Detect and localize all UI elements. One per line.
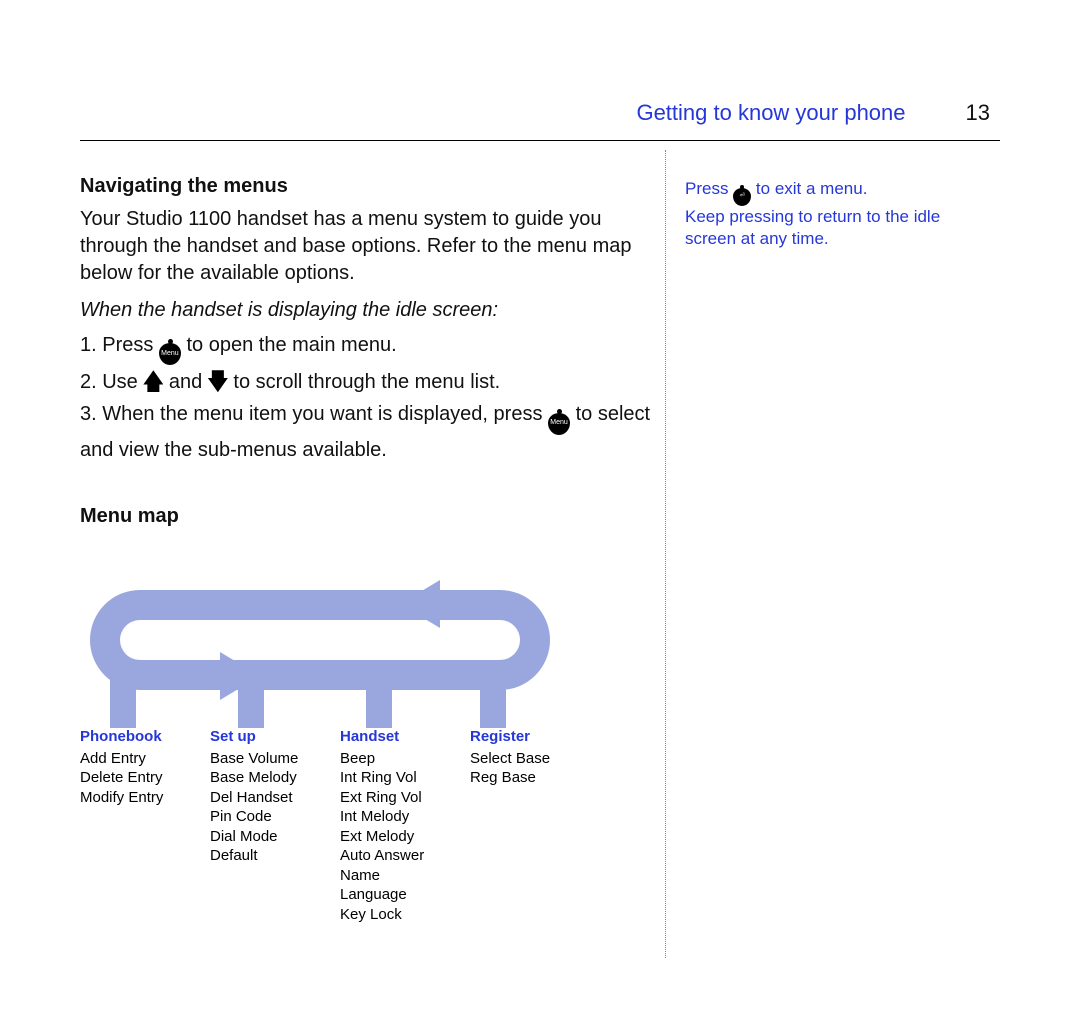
menu-item: Pin Code — [210, 807, 340, 827]
menu-item: Name — [340, 866, 470, 886]
menu-head: Register — [470, 727, 600, 747]
menu-item: Base Volume — [210, 749, 340, 769]
manual-page: Getting to know your phone 13 Navigating… — [0, 0, 1080, 1018]
exit-button-icon: ⏎ — [733, 188, 751, 206]
side-line1-a: Press — [685, 179, 733, 198]
menu-item: Dial Mode — [210, 827, 340, 847]
step-2: 2. Use and to scroll through the menu li… — [80, 367, 655, 397]
menu-item: Ext Melody — [340, 827, 470, 847]
menu-item: Delete Entry — [80, 768, 210, 788]
step-2-and: and — [169, 371, 208, 393]
menu-item: Select Base — [470, 749, 600, 769]
menu-col-handset: Handset Beep Int Ring Vol Ext Ring Vol I… — [340, 727, 470, 924]
menu-item: Default — [210, 846, 340, 866]
menu-button-icon: Menu — [159, 343, 181, 365]
step-1-text-a: 1. Press — [80, 334, 159, 356]
step-3: 3. When the menu item you want is displa… — [80, 399, 655, 464]
step-2-text-b: to scroll through the menu list. — [233, 371, 500, 393]
menu-head: Phonebook — [80, 727, 210, 747]
page-number: 13 — [966, 100, 990, 126]
menu-item: Key Lock — [340, 905, 470, 925]
menu-map-diagram — [80, 580, 610, 740]
menu-item: Int Ring Vol — [340, 768, 470, 788]
idle-screen-condition: When the handset is displaying the idle … — [80, 299, 655, 322]
menu-head: Set up — [210, 727, 340, 747]
side-note: Press ⏎ to exit a menu. Keep pressing to… — [685, 178, 995, 250]
navigating-heading: Navigating the menus — [80, 175, 655, 198]
menu-button-icon: Menu — [548, 413, 570, 435]
menu-item: Beep — [340, 749, 470, 769]
intro-paragraph: Your Studio 1100 handset has a menu syst… — [80, 206, 655, 287]
menu-item: Int Melody — [340, 807, 470, 827]
menu-item: Add Entry — [80, 749, 210, 769]
menu-item: Reg Base — [470, 768, 600, 788]
menu-item: Auto Answer — [340, 846, 470, 866]
menu-head: Handset — [340, 727, 470, 747]
step-1-text-b: to open the main menu. — [186, 334, 396, 356]
menu-map-columns: Phonebook Add Entry Delete Entry Modify … — [80, 727, 610, 924]
menu-item: Ext Ring Vol — [340, 788, 470, 808]
up-arrow-icon — [143, 370, 163, 392]
side-line1-b: to exit a menu. — [756, 179, 868, 198]
step-3-text-a: 3. When the menu item you want is displa… — [80, 403, 548, 425]
header-rule — [80, 140, 1000, 141]
column-divider — [665, 150, 666, 958]
menu-col-setup: Set up Base Volume Base Melody Del Hands… — [210, 727, 340, 924]
menu-loop-icon — [80, 580, 580, 740]
step-2-text-a: 2. Use — [80, 371, 143, 393]
main-column: Navigating the menus Your Studio 1100 ha… — [80, 175, 655, 536]
menu-col-register: Register Select Base Reg Base — [470, 727, 600, 924]
menu-item: Language — [340, 885, 470, 905]
menu-item: Del Handset — [210, 788, 340, 808]
menu-item: Base Melody — [210, 768, 340, 788]
side-line2: Keep pressing to return to the idle scre… — [685, 207, 940, 248]
menu-col-phonebook: Phonebook Add Entry Delete Entry Modify … — [80, 727, 210, 924]
page-header: Getting to know your phone 13 — [636, 100, 990, 126]
menu-item: Modify Entry — [80, 788, 210, 808]
down-arrow-icon — [208, 370, 228, 392]
menu-map-heading: Menu map — [80, 505, 655, 528]
step-1: 1. Press Menu to open the main menu. — [80, 330, 655, 365]
section-title: Getting to know your phone — [636, 100, 905, 126]
